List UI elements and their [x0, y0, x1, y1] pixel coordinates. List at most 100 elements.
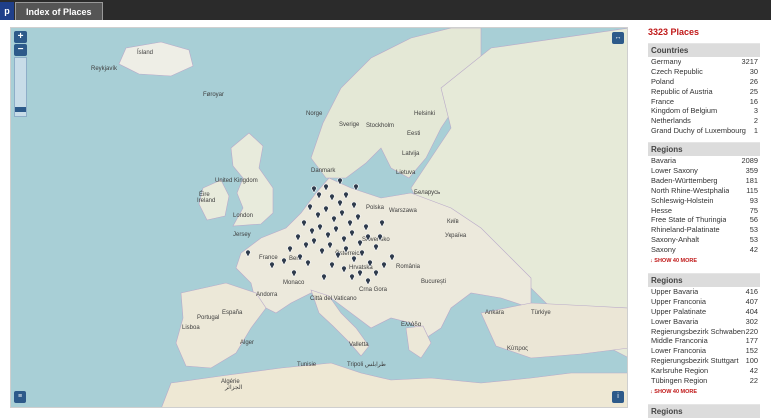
place-marker[interactable]: [355, 208, 361, 222]
facet-row-count: 56: [749, 215, 758, 225]
place-marker[interactable]: [323, 178, 329, 192]
place-marker[interactable]: [351, 196, 357, 210]
place-marker[interactable]: [343, 240, 349, 254]
zoom-slider[interactable]: [14, 57, 27, 117]
facet-row[interactable]: Bavaria 2089: [648, 156, 760, 166]
facet-row[interactable]: Free State of Thuringia 56: [648, 215, 760, 225]
facet-row[interactable]: Lower Saxony 359: [648, 166, 760, 176]
place-marker[interactable]: [349, 224, 355, 238]
place-marker[interactable]: [327, 236, 333, 250]
place-marker[interactable]: [295, 228, 301, 242]
map-label: Città del Vaticano: [310, 296, 357, 302]
place-marker[interactable]: [319, 242, 325, 256]
facet-row[interactable]: North Rhine-Westphalia 115: [648, 186, 760, 196]
facet-row[interactable]: France 16: [648, 97, 760, 107]
facet-row[interactable]: Saxony 42: [648, 245, 760, 255]
place-marker[interactable]: [357, 264, 363, 278]
place-marker[interactable]: [297, 248, 303, 262]
fullscreen-button[interactable]: ↔: [612, 32, 624, 44]
place-marker[interactable]: [343, 186, 349, 200]
facet-row[interactable]: Regierungsbezirk Schwaben 220: [648, 327, 760, 337]
place-marker[interactable]: [301, 214, 307, 228]
show-more-link[interactable]: ↓ SHOW 40 MORE: [648, 386, 760, 398]
facet-row-label: Bavaria: [651, 156, 677, 166]
place-marker[interactable]: [329, 188, 335, 202]
facet-row[interactable]: Germany 3217: [648, 57, 760, 67]
tab-map[interactable]: p: [0, 2, 14, 20]
info-button[interactable]: i: [612, 391, 624, 403]
facet-row-label: Lower Bavaria: [651, 316, 699, 326]
facet-row[interactable]: Middle Franconia 177: [648, 336, 760, 346]
map-view[interactable]: Ísland Reykjavík Føroyar Norge Sverige S…: [10, 27, 628, 408]
place-marker[interactable]: [333, 220, 339, 234]
facet-row[interactable]: Hesse 75: [648, 206, 760, 216]
place-marker[interactable]: [357, 234, 363, 248]
zoom-slider-handle[interactable]: [15, 107, 26, 112]
facet-row[interactable]: Baden-Württemberg 181: [648, 176, 760, 186]
place-marker[interactable]: [353, 178, 359, 192]
facet-row[interactable]: Rhineland-Palatinate 53: [648, 225, 760, 235]
place-marker[interactable]: [373, 264, 379, 278]
facet-row[interactable]: Republic of Austria 25: [648, 87, 760, 97]
place-marker[interactable]: [245, 244, 251, 258]
layers-button[interactable]: ≡: [14, 391, 26, 403]
place-marker[interactable]: [381, 256, 387, 270]
place-marker[interactable]: [379, 214, 385, 228]
facet-row[interactable]: Karlsruhe Region 42: [648, 366, 760, 376]
place-marker[interactable]: [317, 218, 323, 232]
place-marker[interactable]: [341, 260, 347, 274]
facet-row-count: 22: [749, 376, 758, 386]
place-marker[interactable]: [303, 236, 309, 250]
place-marker[interactable]: [341, 230, 347, 244]
show-more-link[interactable]: ↓ SHOW 40 MORE: [648, 255, 760, 267]
facet-row[interactable]: Grand Duchy of Luxembourg 1: [648, 126, 760, 136]
place-marker[interactable]: [323, 200, 329, 214]
place-marker[interactable]: [316, 186, 322, 200]
place-marker[interactable]: [309, 222, 315, 236]
place-marker[interactable]: [351, 250, 357, 264]
place-marker[interactable]: [367, 254, 373, 268]
place-marker[interactable]: [311, 232, 317, 246]
tab-index-of-places[interactable]: Index of Places: [15, 2, 103, 20]
place-marker[interactable]: [389, 248, 395, 262]
facet-row[interactable]: Saxony-Anhalt 53: [648, 235, 760, 245]
place-marker[interactable]: [347, 214, 353, 228]
facet-row[interactable]: Poland 26: [648, 77, 760, 87]
facet-row[interactable]: Kingdom of Belgium 3: [648, 106, 760, 116]
facet-row[interactable]: Schleswig-Holstein 93: [648, 196, 760, 206]
facet-row-count: 404: [745, 306, 758, 316]
place-marker[interactable]: [321, 268, 327, 282]
place-marker[interactable]: [329, 256, 335, 270]
facet-row[interactable]: Tübingen Region 22: [648, 376, 760, 386]
place-marker[interactable]: [269, 256, 275, 270]
place-marker[interactable]: [365, 228, 371, 242]
place-marker[interactable]: [363, 218, 369, 232]
facet-row[interactable]: Lower Bavaria 302: [648, 317, 760, 327]
place-marker[interactable]: [349, 268, 355, 282]
facet-row[interactable]: Upper Franconia 407: [648, 297, 760, 307]
place-marker[interactable]: [337, 172, 343, 186]
facet-row[interactable]: Lower Franconia 152: [648, 346, 760, 356]
place-marker[interactable]: [291, 264, 297, 278]
place-marker[interactable]: [305, 254, 311, 268]
place-marker[interactable]: [331, 210, 337, 224]
place-marker[interactable]: [365, 272, 371, 286]
facet-row[interactable]: Netherlands 2: [648, 116, 760, 126]
place-marker[interactable]: [281, 252, 287, 266]
place-marker[interactable]: [315, 206, 321, 220]
place-marker[interactable]: [339, 204, 345, 218]
facet-row[interactable]: Czech Republic 30: [648, 67, 760, 77]
place-marker[interactable]: [377, 228, 383, 242]
zoom-out-button[interactable]: −: [14, 44, 27, 56]
place-marker[interactable]: [325, 226, 331, 240]
facet-row[interactable]: Regierungsbezirk Stuttgart 100: [648, 356, 760, 366]
place-marker[interactable]: [359, 244, 365, 258]
facet-row-count: 42: [749, 366, 758, 376]
place-marker[interactable]: [287, 240, 293, 254]
place-marker[interactable]: [307, 198, 313, 212]
place-marker[interactable]: [335, 246, 341, 260]
facet-row-label: Upper Palatinate: [651, 306, 707, 316]
zoom-in-button[interactable]: +: [14, 31, 27, 43]
facet-row[interactable]: Upper Bavaria 416: [648, 287, 760, 297]
facet-row[interactable]: Upper Palatinate 404: [648, 307, 760, 317]
